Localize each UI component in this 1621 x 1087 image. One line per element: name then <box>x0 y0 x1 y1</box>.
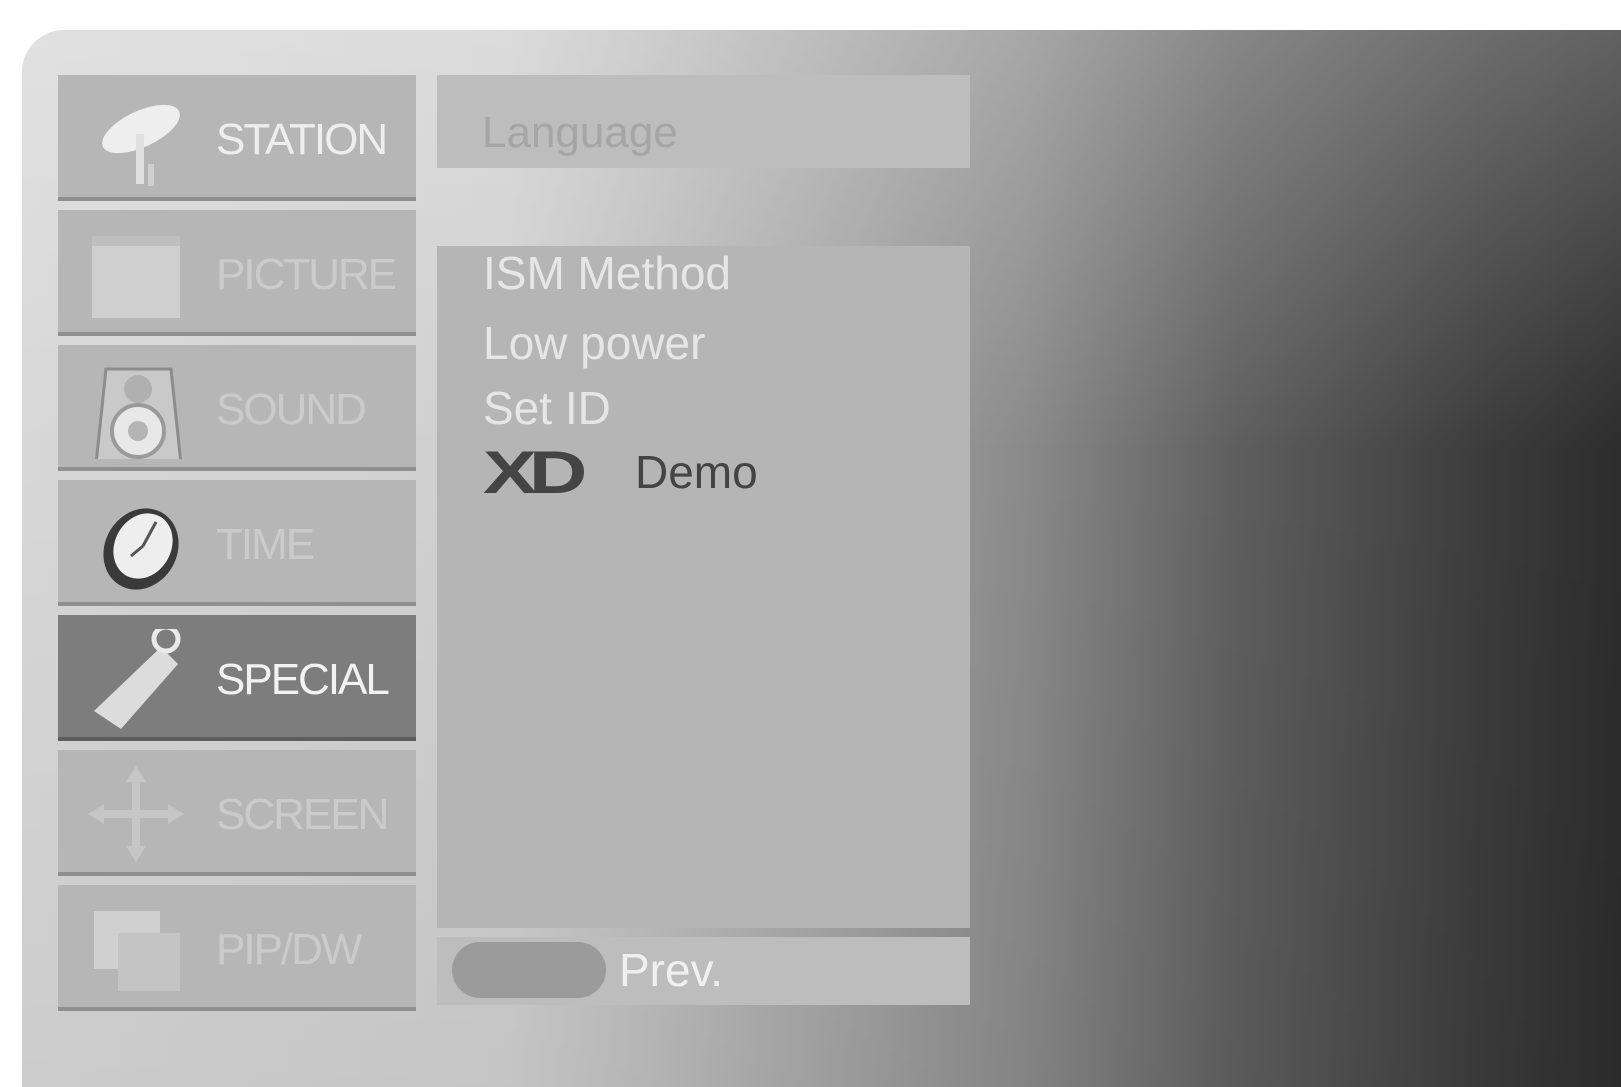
tag-icon <box>94 629 181 729</box>
tab-label: PICTURE <box>216 250 397 299</box>
picture-frame-icon <box>92 236 180 318</box>
submenu-item-low-power[interactable]: Low power <box>483 316 705 370</box>
tab-label: SPECIAL <box>216 655 390 704</box>
tab-label: TIME <box>216 520 315 569</box>
submenu-list: ISM Method Low power Set ID XD Demo <box>437 246 970 928</box>
tab-label: SCREEN <box>216 790 389 839</box>
tab-screen[interactable]: SCREEN <box>58 750 416 876</box>
tab-picture[interactable]: PICTURE <box>58 210 416 336</box>
submenu-item-language[interactable]: Language <box>482 108 678 158</box>
prev-button-indicator[interactable] <box>452 942 606 998</box>
satellite-dish-icon <box>102 104 180 186</box>
submenu-footer: Prev. <box>437 937 970 1005</box>
submenu-item-xd-demo[interactable]: XD Demo <box>483 439 758 506</box>
tab-sound[interactable]: SOUND <box>58 345 416 471</box>
tab-special[interactable]: SPECIAL <box>58 615 416 741</box>
tab-label: SOUND <box>216 385 367 434</box>
tab-label: STATION <box>216 115 388 164</box>
speaker-icon <box>95 367 182 459</box>
submenu-item-set-id[interactable]: Set ID <box>483 381 611 435</box>
prev-label: Prev. <box>619 944 723 996</box>
xd-logo: XD <box>483 438 587 506</box>
tab-label: PIP/DW <box>216 925 362 974</box>
submenu-header[interactable]: Language <box>437 75 970 168</box>
pip-windows-icon <box>94 911 180 991</box>
submenu-item-ism-method[interactable]: ISM Method <box>483 246 731 300</box>
menu-tabs: STATION PICTURE SOUND TIME SPECIAL SCREE… <box>58 75 416 1011</box>
tab-station[interactable]: STATION <box>58 75 416 201</box>
tab-time[interactable]: TIME <box>58 480 416 606</box>
tab-pip-dw[interactable]: PIP/DW <box>58 885 416 1011</box>
move-arrows-icon <box>88 766 184 862</box>
clock-icon <box>103 508 179 590</box>
